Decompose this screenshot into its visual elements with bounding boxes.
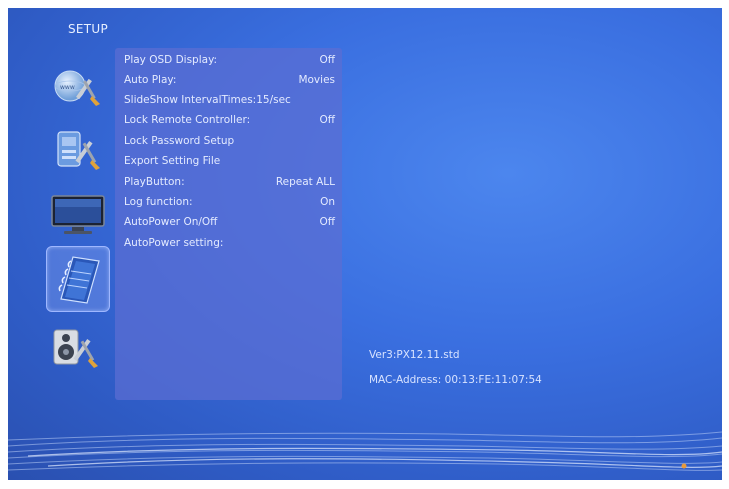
page-title: SETUP (68, 22, 109, 36)
menu-item-label: Log function: (124, 196, 193, 208)
tv-monitor-icon (51, 195, 105, 234)
setup-screen: SETUP www Play OSD Display: Off Auto Pla… (8, 8, 722, 480)
sidebar-item-display[interactable] (48, 188, 108, 244)
accent-dot (681, 463, 687, 469)
menu-item-log-function[interactable]: Log function: On (124, 193, 335, 211)
firmware-version: Ver3:PX12.11.std (369, 349, 460, 361)
menu-item-slideshow-interval[interactable]: SlideShow IntervalTimes:15/sec (124, 91, 335, 109)
globe-tools-icon: www (54, 70, 100, 106)
menu-item-value: Repeat ALL (275, 176, 335, 188)
sidebar-item-network[interactable]: www (48, 60, 108, 116)
menu-item-auto-play[interactable]: Auto Play: Movies (124, 71, 335, 89)
menu-item-value: Movies (298, 74, 335, 86)
menu-item-label: Export Setting File (124, 155, 221, 167)
menu-item-export-setting-file[interactable]: Export Setting File (124, 152, 335, 170)
menu-item-label: Auto Play: (124, 74, 177, 86)
menu-item-play-osd-display[interactable]: Play OSD Display: Off (124, 51, 335, 69)
menu-item-value: Off (319, 54, 336, 66)
menu-item-label: Lock Remote Controller: (124, 114, 251, 126)
menu-item-label: AutoPower On/Off (124, 216, 218, 228)
menu-item-autopower-setting[interactable]: AutoPower setting: (124, 234, 335, 252)
menu-item-lock-password-setup[interactable]: Lock Password Setup (124, 132, 335, 150)
menu-item-label: Play OSD Display: (124, 54, 218, 66)
menu-item-label: AutoPower setting: (124, 237, 224, 249)
decorative-waves (8, 431, 722, 471)
menu-item-label: SlideShow IntervalTimes:15/sec (124, 94, 291, 106)
sidebar-item-audio[interactable] (48, 324, 108, 380)
settings-menu: Play OSD Display: Off Auto Play: Movies … (115, 48, 342, 400)
notebook-settings-icon (58, 256, 100, 304)
device-tools-icon (57, 131, 100, 170)
menu-item-play-button[interactable]: PlayButton: Repeat ALL (124, 173, 335, 191)
menu-item-lock-remote-controller[interactable]: Lock Remote Controller: Off (124, 111, 335, 129)
menu-item-value: On (320, 196, 335, 208)
menu-item-value: Off (319, 114, 336, 126)
menu-item-autopower-on-off[interactable]: AutoPower On/Off Off (124, 213, 335, 231)
menu-item-value: Off (319, 216, 336, 228)
mac-address: MAC-Address: 00:13:FE:11:07:54 (369, 374, 542, 386)
menu-item-label: PlayButton: (124, 176, 185, 188)
sidebar-item-preferences[interactable] (46, 246, 110, 312)
speaker-tools-icon (53, 329, 98, 368)
sidebar-item-system[interactable] (48, 124, 108, 180)
menu-item-label: Lock Password Setup (124, 135, 235, 147)
svg-text:www: www (60, 84, 75, 91)
